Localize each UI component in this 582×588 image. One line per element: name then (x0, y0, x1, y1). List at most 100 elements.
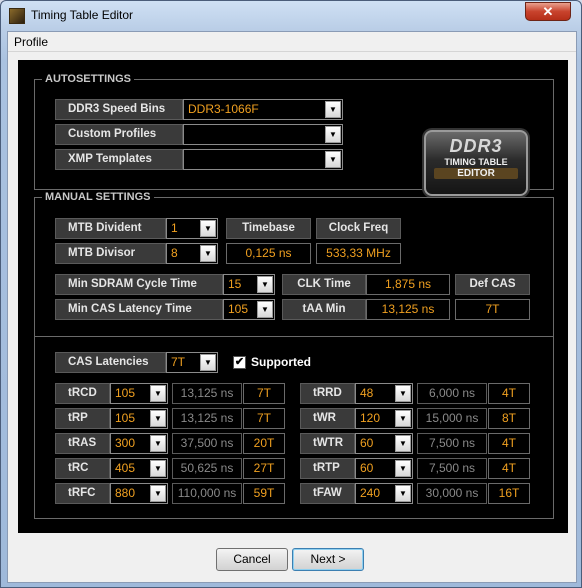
timing-label: tRP (55, 408, 110, 429)
timing-label: tRAS (55, 433, 110, 454)
timing-label: tRCD (55, 383, 110, 404)
supported-label: Supported (251, 355, 311, 369)
timebase-value: 0,125 ns (226, 243, 311, 264)
chevron-down-icon[interactable]: ▼ (150, 485, 166, 502)
timing-select[interactable]: 300 ▼ (110, 433, 168, 454)
xmp-templates-select[interactable]: ▼ (183, 149, 343, 170)
timing-select[interactable]: 880 ▼ (110, 483, 168, 504)
mtb-divisor-label: MTB Divisor (55, 243, 166, 264)
min-sdram-cycle-select[interactable]: 15 ▼ (223, 274, 275, 295)
timing-t-value: 7T (243, 383, 285, 404)
timing-value: 60 (360, 461, 374, 475)
menu-bar: Profile (8, 32, 576, 52)
min-cas-latency-select[interactable]: 105 ▼ (223, 299, 275, 320)
timing-ns-value: 13,125 ns (172, 383, 242, 404)
timing-label: tRTP (300, 458, 355, 479)
def-cas-value: 7T (455, 299, 530, 320)
timing-value: 120 (360, 411, 381, 425)
timing-select[interactable]: 60 ▼ (355, 433, 413, 454)
timing-ns-value: 37,500 ns (172, 433, 242, 454)
min-sdram-cycle-value: 15 (228, 277, 242, 291)
chevron-down-icon[interactable]: ▼ (395, 410, 411, 427)
timing-value: 105 (115, 411, 136, 425)
chevron-down-icon[interactable]: ▼ (325, 126, 341, 143)
timing-value: 105 (115, 386, 136, 400)
timing-value: 48 (360, 386, 374, 400)
mtb-divisor-select[interactable]: 8 ▼ (166, 243, 218, 264)
speed-bins-value: DDR3-1066F (188, 102, 259, 116)
timing-label: tRC (55, 458, 110, 479)
chevron-down-icon[interactable]: ▼ (257, 276, 273, 293)
custom-profiles-select[interactable]: ▼ (183, 124, 343, 145)
chevron-down-icon[interactable]: ▼ (325, 151, 341, 168)
timing-label: tRFC (55, 483, 110, 504)
timing-value: 240 (360, 486, 381, 500)
cas-latencies-value: 7T (171, 355, 186, 369)
chevron-down-icon[interactable]: ▼ (150, 385, 166, 402)
cas-latencies-label: CAS Latencies (55, 352, 166, 373)
chevron-down-icon[interactable]: ▼ (395, 485, 411, 502)
timing-t-value: 20T (243, 433, 285, 454)
title-bar[interactable]: Timing Table Editor ✕ (1, 1, 582, 31)
custom-profiles-label: Custom Profiles (55, 124, 183, 145)
taa-min-value: 13,125 ns (366, 299, 450, 320)
timing-ns-value: 6,000 ns (417, 383, 487, 404)
timing-t-value: 7T (243, 408, 285, 429)
xmp-templates-label: XMP Templates (55, 149, 183, 170)
timing-t-value: 8T (488, 408, 530, 429)
chevron-down-icon[interactable]: ▼ (395, 385, 411, 402)
logo-line3: EDITOR (434, 168, 518, 179)
timing-value: 880 (115, 486, 136, 500)
mtb-divident-select[interactable]: 1 ▼ (166, 218, 218, 239)
chevron-down-icon[interactable]: ▼ (395, 435, 411, 452)
timing-ns-value: 7,500 ns (417, 433, 487, 454)
timing-select[interactable]: 105 ▼ (110, 383, 168, 404)
min-cas-latency-label: Min CAS Latency Time (55, 299, 223, 320)
chevron-down-icon[interactable]: ▼ (150, 435, 166, 452)
chevron-down-icon[interactable]: ▼ (200, 245, 216, 262)
chevron-down-icon[interactable]: ▼ (257, 301, 273, 318)
chevron-down-icon[interactable]: ▼ (150, 410, 166, 427)
speed-bins-label: DDR3 Speed Bins (55, 99, 183, 120)
timing-ns-value: 110,000 ns (172, 483, 242, 504)
speed-bins-select[interactable]: DDR3-1066F ▼ (183, 99, 343, 120)
settings-panel: AUTOSETTINGS DDR3 Speed Bins DDR3-1066F … (18, 60, 568, 533)
close-button[interactable]: ✕ (525, 2, 571, 21)
chevron-down-icon[interactable]: ▼ (325, 101, 341, 118)
cas-latencies-select[interactable]: 7T ▼ (166, 352, 218, 373)
timebase-label: Timebase (226, 218, 311, 239)
timing-t-value: 16T (488, 483, 530, 504)
timing-select[interactable]: 405 ▼ (110, 458, 168, 479)
timing-value: 300 (115, 436, 136, 450)
timing-t-value: 27T (243, 458, 285, 479)
chevron-down-icon[interactable]: ▼ (150, 460, 166, 477)
timing-ns-value: 15,000 ns (417, 408, 487, 429)
logo-line1: DDR3 (449, 136, 503, 156)
next-button[interactable]: Next > (292, 548, 364, 571)
cancel-button[interactable]: Cancel (216, 548, 288, 571)
chevron-down-icon[interactable]: ▼ (200, 354, 216, 371)
app-icon (9, 8, 25, 24)
timing-select[interactable]: 240 ▼ (355, 483, 413, 504)
clock-freq-label: Clock Freq (316, 218, 401, 239)
mtb-divisor-value: 8 (171, 246, 178, 260)
clk-time-label: CLK Time (282, 274, 366, 295)
ddr3-timing-table-editor-logo: DDR3 TIMING TABLE EDITOR (424, 130, 528, 196)
chevron-down-icon[interactable]: ▼ (200, 220, 216, 237)
timing-label: tWTR (300, 433, 355, 454)
timing-select[interactable]: 60 ▼ (355, 458, 413, 479)
timing-select[interactable]: 120 ▼ (355, 408, 413, 429)
supported-checkbox[interactable]: ✔ (233, 356, 246, 369)
menu-item-profile[interactable]: Profile (14, 35, 48, 49)
timing-select[interactable]: 48 ▼ (355, 383, 413, 404)
chevron-down-icon[interactable]: ▼ (395, 460, 411, 477)
timing-label: tWR (300, 408, 355, 429)
timing-value: 60 (360, 436, 374, 450)
timing-ns-value: 7,500 ns (417, 458, 487, 479)
window-title: Timing Table Editor (31, 8, 134, 22)
timing-select[interactable]: 105 ▼ (110, 408, 168, 429)
timing-ns-value: 13,125 ns (172, 408, 242, 429)
clk-time-value: 1,875 ns (366, 274, 450, 295)
timing-t-value: 4T (488, 458, 530, 479)
clock-freq-value: 533,33 MHz (316, 243, 401, 264)
